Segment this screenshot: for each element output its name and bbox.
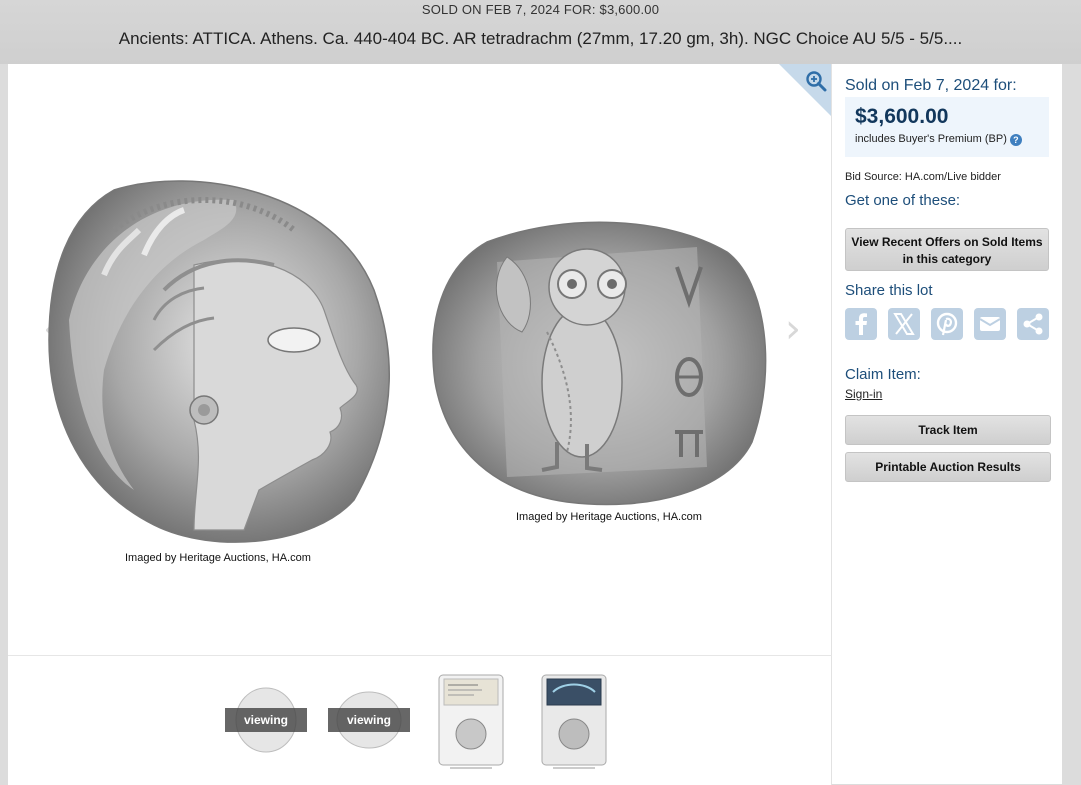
sold-on-heading: Sold on Feb 7, 2024 for:	[845, 77, 1017, 94]
coin-obverse-image[interactable]	[44, 170, 396, 548]
image-viewer[interactable]: ‹ ›	[8, 64, 832, 655]
obverse-image-caption: Imaged by Heritage Auctions, HA.com	[125, 552, 311, 564]
share-more-button[interactable]	[1017, 308, 1049, 340]
buyers-premium-text: includes Buyer's Premium (BP)	[855, 133, 1007, 145]
view-recent-offers-button[interactable]: View Recent Offers on Sold Items in this…	[845, 228, 1049, 271]
lot-panel: ‹ ›	[8, 64, 1062, 785]
auction-sidebar: Sold on Feb 7, 2024 for: $3,600.00 inclu…	[832, 64, 1062, 784]
coin-reverse-image[interactable]	[427, 212, 777, 512]
help-icon[interactable]: ?	[1009, 134, 1022, 146]
email-share-button[interactable]	[974, 308, 1006, 340]
x-share-button[interactable]	[888, 308, 920, 340]
share-heading: Share this lot	[845, 282, 933, 299]
thumbnail-reverse[interactable]: viewing	[328, 684, 410, 756]
price-box: $3,600.00 includes Buyer's Premium (BP)?	[845, 97, 1049, 157]
x-icon	[893, 313, 915, 335]
sign-in-link[interactable]: Sign-in	[845, 387, 882, 401]
facebook-icon	[855, 313, 867, 335]
ngc-slab-front-image	[438, 674, 504, 769]
facebook-share-button[interactable]	[845, 308, 877, 340]
claim-item-heading: Claim Item:	[845, 366, 921, 383]
viewing-badge: viewing	[225, 708, 307, 732]
lot-header: SOLD ON FEB 7, 2024 FOR: $3,600.00 Ancie…	[0, 0, 1081, 64]
athena-head-image	[48, 180, 390, 543]
share-icon	[1023, 313, 1043, 335]
sold-price: $3,600.00	[855, 105, 949, 128]
pinterest-share-button[interactable]	[931, 308, 963, 340]
pinterest-icon	[936, 312, 958, 336]
share-buttons	[845, 308, 1055, 342]
email-icon	[979, 317, 1001, 331]
get-one-heading: Get one of these:	[845, 192, 961, 209]
ngc-slab-back-image	[541, 674, 607, 769]
next-image-arrow[interactable]: ›	[778, 309, 808, 349]
thumbnail-strip: viewing viewing	[8, 655, 832, 785]
owl-image	[432, 221, 767, 506]
thumbnail-obverse[interactable]: viewing	[225, 684, 307, 756]
viewing-badge: viewing	[328, 708, 410, 732]
track-item-button[interactable]: Track Item	[845, 415, 1051, 445]
lot-title: Ancients: ATTICA. Athens. Ca. 440-404 BC…	[118, 29, 963, 48]
bid-source: Bid Source: HA.com/Live bidder	[845, 171, 1001, 183]
reverse-image-caption: Imaged by Heritage Auctions, HA.com	[516, 511, 702, 523]
sold-summary: SOLD ON FEB 7, 2024 FOR: $3,600.00	[421, 2, 660, 17]
right-gutter	[1062, 64, 1081, 784]
thumbnail-slab-front[interactable]	[438, 674, 504, 770]
buyers-premium-note: includes Buyer's Premium (BP)?	[855, 133, 1022, 146]
zoom-in-icon[interactable]	[805, 70, 827, 92]
printable-results-button[interactable]: Printable Auction Results	[845, 452, 1051, 482]
thumbnail-slab-back[interactable]	[541, 674, 607, 770]
